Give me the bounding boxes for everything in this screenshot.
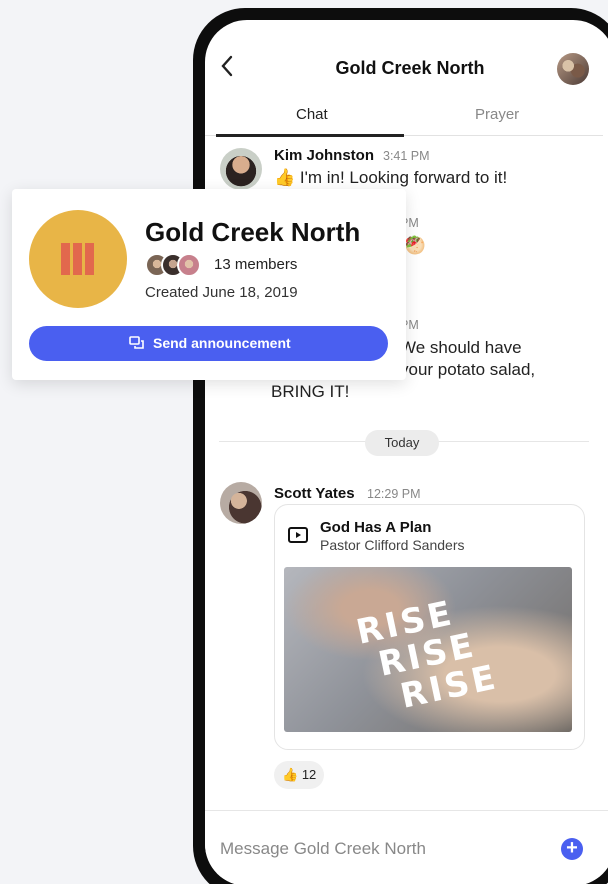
avatar[interactable] — [220, 482, 262, 524]
media-author: Pastor Clifford Sanders — [320, 537, 465, 553]
tab-bar: Chat Prayer — [205, 102, 603, 137]
reaction-count: 12 — [301, 767, 317, 782]
sender-name[interactable]: Kim Johnston — [274, 147, 374, 164]
send-announcement-button[interactable]: Send announcement — [29, 326, 388, 361]
chat-title: Gold Creek North — [335, 58, 485, 78]
message-time: 3:41 PM — [383, 149, 430, 163]
group-avatar[interactable] — [557, 53, 589, 85]
message-text: 👍 I'm in! Looking forward to it! — [274, 168, 508, 187]
day-divider-label: Today — [365, 430, 439, 456]
created-date: Created June 18, 2019 — [145, 284, 298, 301]
chat-screen: Gold Creek North Chat Prayer Kim Johnsto… — [205, 20, 608, 884]
active-tab-indicator — [216, 134, 404, 137]
member-avatars[interactable] — [145, 253, 211, 277]
message-text: BRING IT! — [271, 382, 350, 401]
message-input[interactable]: Message Gold Creek North — [220, 839, 426, 859]
media-title: God Has A Plan — [320, 519, 432, 536]
media-thumbnail[interactable]: RISE RISE RISE — [284, 567, 572, 732]
sender-name[interactable]: Scott Yates — [274, 485, 355, 502]
add-attachment-button[interactable]: + — [561, 838, 583, 860]
chat-bubbles-icon — [129, 336, 144, 349]
group-info-card: Gold Creek North 13 members Created June… — [12, 189, 406, 380]
message-time: 12:29 PM — [367, 487, 421, 501]
media-card[interactable]: God Has A Plan Pastor Clifford Sanders R… — [274, 504, 585, 750]
video-play-icon — [288, 527, 308, 543]
message-item: Kim Johnston 3:41 PM 👍 I'm in! Looking f… — [205, 144, 605, 194]
chat-header: Gold Creek North — [205, 20, 608, 100]
reaction-badge[interactable]: 👍 12 — [274, 761, 324, 789]
avatar[interactable] — [220, 148, 262, 190]
member-count[interactable]: 13 members — [214, 256, 297, 273]
group-title: Gold Creek North — [145, 217, 361, 247]
group-icon — [29, 210, 127, 308]
phone-frame: Gold Creek North Chat Prayer Kim Johnsto… — [193, 8, 608, 884]
tab-chat[interactable]: Chat — [296, 106, 328, 123]
message-composer: Message Gold Creek North + — [205, 810, 608, 884]
bars-icon — [61, 243, 95, 275]
message-text: We should have — [400, 338, 522, 357]
tab-prayer[interactable]: Prayer — [475, 106, 519, 123]
message-text: your potato salad, — [400, 360, 536, 379]
avatar — [177, 253, 201, 277]
thumbs-up-icon: 👍 — [282, 767, 299, 782]
send-announcement-label: Send announcement — [153, 335, 291, 351]
